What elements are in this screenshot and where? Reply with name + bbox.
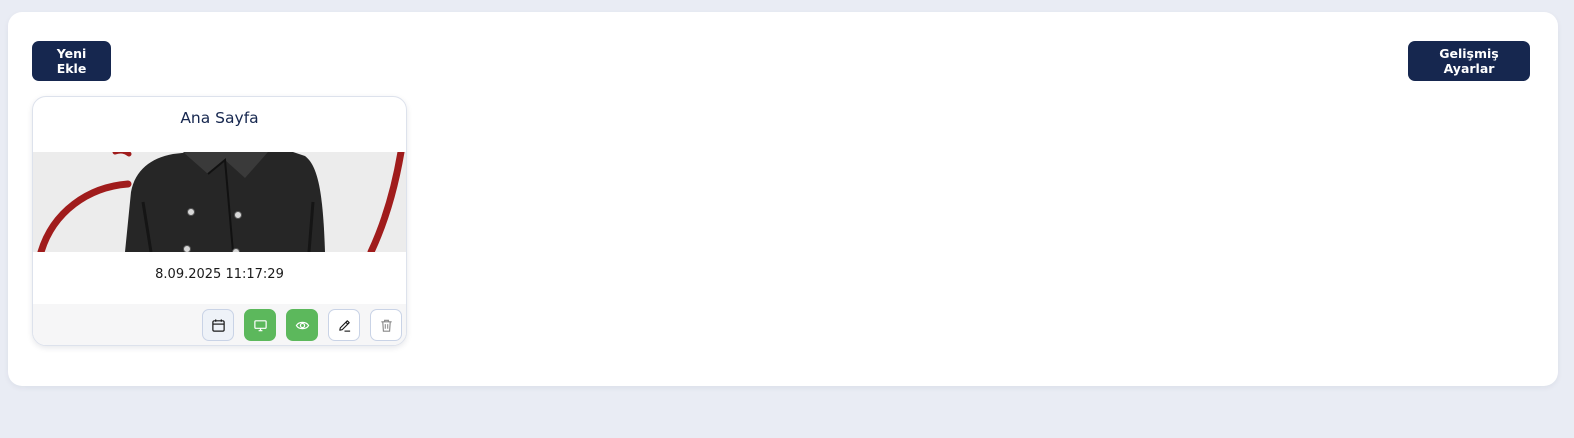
schedule-button[interactable] [202,309,234,341]
edit-icon [338,319,350,332]
advanced-settings-button[interactable]: Gelişmiş Ayarlar [1408,41,1530,81]
calendar-icon [211,318,225,332]
trash-icon [380,319,392,332]
card-thumbnail[interactable] [33,152,406,252]
eye-icon [295,321,309,329]
display-button[interactable] [244,309,276,341]
card-date: 8.09.2025 11:17:29 [155,267,284,282]
card-title: Ana Sayfa [180,109,259,127]
edit-button[interactable] [328,309,360,341]
preview-button[interactable] [286,309,318,341]
monitor-icon [253,319,267,331]
main-panel: Yeni Ekle Gelişmiş Ayarlar Ana Sayfa 8.0… [8,12,1558,386]
delete-button[interactable] [370,309,402,341]
card-actions [33,304,406,345]
thumbnail-image [33,152,406,252]
page-card: Ana Sayfa 8.09.2025 11:17:29 [32,96,407,346]
add-new-button[interactable]: Yeni Ekle [32,41,111,81]
